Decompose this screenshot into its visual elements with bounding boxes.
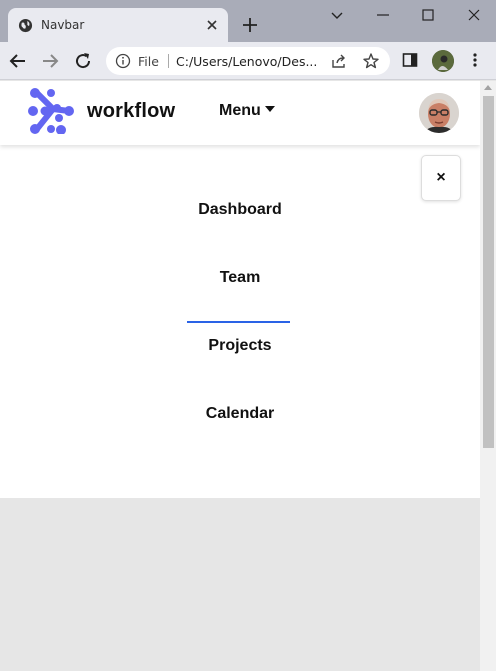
menu-toggle-label: Menu	[219, 102, 261, 119]
profile-photo-icon	[432, 50, 454, 72]
mobile-menu-panel: × Dashboard Team Projects Calendar	[0, 145, 480, 498]
browser-tab[interactable]: Navbar	[8, 8, 228, 42]
menu-item-label: Projects	[208, 337, 272, 354]
bookmark-star-icon[interactable]	[362, 52, 380, 70]
window-close-icon[interactable]	[466, 7, 482, 23]
new-tab-icon[interactable]	[241, 16, 259, 34]
globe-icon	[18, 18, 33, 33]
menu-item-projects[interactable]: Projects	[0, 337, 480, 355]
kebab-menu-icon[interactable]	[467, 52, 483, 68]
workflow-logo-icon[interactable]	[27, 88, 77, 134]
menu-item-label: Dashboard	[198, 201, 282, 218]
address-separator	[168, 54, 169, 68]
page-scrollbar[interactable]	[480, 81, 496, 671]
forward-arrow-icon[interactable]	[40, 51, 60, 71]
menu-item-calendar[interactable]: Calendar	[0, 405, 480, 423]
tab-title: Navbar	[41, 18, 85, 32]
menu-item-team[interactable]: Team	[0, 269, 480, 287]
menu-item-dashboard[interactable]: Dashboard	[0, 201, 480, 219]
side-panel-icon[interactable]	[402, 52, 418, 68]
menu-toggle-button[interactable]: Menu	[219, 102, 275, 120]
menu-item-label: Team	[219, 269, 261, 286]
address-url[interactable]: C:/Users/Lenovo/Des...	[176, 54, 322, 69]
close-tab-icon[interactable]	[204, 17, 220, 33]
tab-search-chevron-icon[interactable]	[329, 7, 345, 23]
address-bar[interactable]: File C:/Users/Lenovo/Des...	[106, 47, 390, 75]
user-avatar[interactable]	[419, 93, 459, 133]
page-viewport: workflow Menu × Dashboard Team Projects …	[0, 81, 480, 671]
scroll-up-arrow-icon[interactable]	[484, 85, 492, 90]
share-icon[interactable]	[330, 52, 348, 70]
menu-item-label: Calendar	[205, 405, 275, 422]
back-arrow-icon[interactable]	[8, 51, 28, 71]
avatar-photo-icon	[419, 93, 459, 133]
browser-toolbar: File C:/Users/Lenovo/Des...	[0, 42, 496, 80]
navbar: workflow Menu	[0, 81, 480, 145]
active-item-underline	[187, 321, 290, 323]
minimize-icon[interactable]	[375, 7, 391, 23]
address-scheme: File	[138, 54, 159, 69]
info-icon[interactable]	[115, 53, 131, 69]
caret-down-icon	[264, 106, 275, 112]
scrollbar-thumb[interactable]	[483, 96, 494, 448]
maximize-icon[interactable]	[420, 7, 436, 23]
browser-profile-avatar[interactable]	[432, 50, 454, 72]
close-menu-button[interactable]: ×	[421, 155, 461, 201]
brand-name[interactable]: workflow	[87, 100, 175, 123]
browser-tab-strip: Navbar	[0, 0, 496, 42]
reload-icon[interactable]	[73, 51, 93, 71]
